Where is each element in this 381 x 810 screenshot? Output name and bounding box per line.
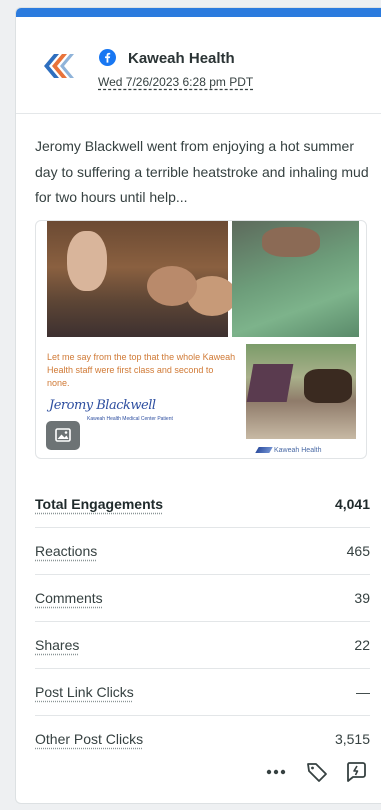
post-actions (16, 760, 381, 790)
metrics-table: Total Engagements 4,041 Reactions 465 Co… (35, 481, 370, 763)
media-type-badge (46, 421, 80, 450)
metric-row-other-post-clicks: Other Post Clicks 3,515 (35, 716, 370, 763)
metric-value: 4,041 (334, 496, 370, 512)
horses-photo (246, 344, 356, 439)
metric-row-reactions: Reactions 465 (35, 528, 370, 575)
metric-label[interactable]: Total Engagements (35, 496, 163, 512)
image-icon (55, 428, 71, 442)
kaweah-logo-avatar[interactable] (40, 48, 76, 84)
reply-icon[interactable] (344, 760, 368, 784)
metric-value: 3,515 (334, 731, 370, 747)
metric-value: 22 (354, 637, 370, 653)
quote-text: Let me say from the top that the whole K… (47, 352, 236, 388)
hospital-photo (232, 221, 359, 337)
post-header: Kaweah Health Wed 7/26/2023 6:28 pm PDT (16, 17, 381, 114)
metric-row-comments: Comments 39 (35, 575, 370, 622)
post-media[interactable]: Let me say from the top that the whole K… (35, 220, 367, 459)
selfie-photo (47, 221, 228, 337)
media-logo-text: Kaweah Health (274, 447, 322, 454)
metric-row-shares: Shares 22 (35, 622, 370, 669)
facebook-icon (99, 49, 116, 66)
metric-value: — (356, 684, 370, 700)
metric-label[interactable]: Comments (35, 590, 103, 606)
media-logo: Kaweah Health (255, 447, 322, 454)
metric-label[interactable]: Shares (35, 637, 79, 653)
metric-label[interactable]: Reactions (35, 543, 97, 559)
accent-bar (16, 8, 381, 17)
post-card: Kaweah Health Wed 7/26/2023 6:28 pm PDT … (15, 7, 381, 804)
post-date-link[interactable]: Wed 7/26/2023 6:28 pm PDT (98, 75, 253, 89)
metric-value: 39 (354, 590, 370, 606)
metric-value: 465 (346, 543, 370, 559)
post-text: Jeromy Blackwell went from enjoying a ho… (35, 138, 369, 205)
signature-subtitle: Kaweah Health Medical Center Patient (87, 416, 173, 422)
signature: Jeromy Blackwell (49, 398, 156, 413)
tag-icon[interactable] (305, 760, 329, 784)
metric-label[interactable]: Other Post Clicks (35, 731, 143, 747)
more-icon[interactable] (264, 760, 288, 784)
logo-mark-icon (255, 447, 273, 454)
metric-label[interactable]: Post Link Clicks (35, 684, 134, 700)
metric-row-post-link-clicks: Post Link Clicks — (35, 669, 370, 716)
page-name[interactable]: Kaweah Health (128, 50, 235, 67)
metric-row-total-engagements: Total Engagements 4,041 (35, 481, 370, 528)
